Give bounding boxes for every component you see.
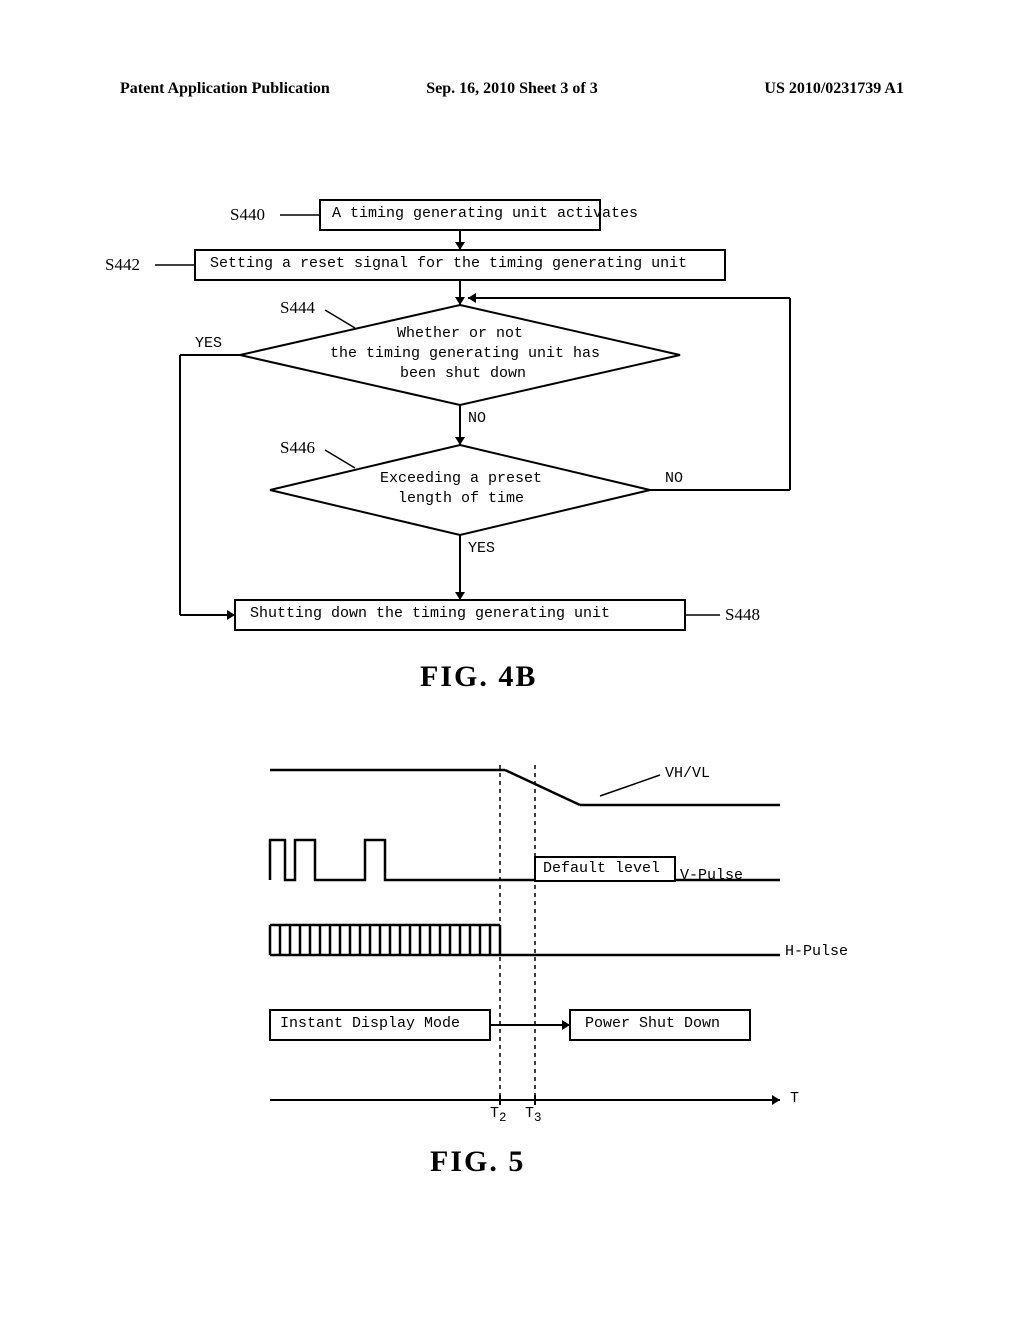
- s444-line1: Whether or not: [397, 325, 523, 342]
- t3-label: T3: [525, 1105, 542, 1125]
- s442-text: Setting a reset signal for the timing ge…: [210, 255, 687, 272]
- fig5-label: FIG. 5: [430, 1145, 525, 1179]
- s446-line1: Exceeding a preset: [380, 470, 542, 487]
- shutdown-text: Power Shut Down: [585, 1015, 720, 1032]
- page-header: Patent Application Publication Sep. 16, …: [0, 80, 1024, 98]
- fig4b-label: FIG. 4B: [420, 660, 537, 694]
- s446-ref: S446: [280, 438, 315, 458]
- s442-ref: S442: [105, 255, 140, 275]
- s448-text: Shutting down the timing generating unit: [250, 605, 610, 622]
- header-left: Patent Application Publication: [120, 80, 381, 98]
- s446-yes: YES: [468, 540, 495, 557]
- instant-mode-text: Instant Display Mode: [280, 1015, 460, 1032]
- vhvl-label: VH/VL: [665, 765, 710, 782]
- s440-ref: S440: [230, 205, 265, 225]
- s446-no: NO: [665, 470, 683, 487]
- header-center: Sep. 16, 2010 Sheet 3 of 3: [381, 80, 642, 98]
- default-level-text: Default level: [543, 860, 660, 877]
- hpulse-label: H-Pulse: [785, 943, 848, 960]
- s444-no: NO: [468, 410, 486, 427]
- t-axis-label: T: [790, 1090, 799, 1107]
- s440-text: A timing generating unit activates: [332, 205, 638, 222]
- s444-ref: S444: [280, 298, 315, 318]
- s444-line3: been shut down: [400, 365, 526, 382]
- fig4b-svg: [0, 170, 1024, 670]
- s448-ref: S448: [725, 605, 760, 625]
- s444-yes: YES: [195, 335, 222, 352]
- t2-label: T2: [490, 1105, 507, 1125]
- figures-canvas: A timing generating unit activates S440 …: [0, 170, 1024, 1270]
- s444-line2: the timing generating unit has: [330, 345, 600, 362]
- header-right: US 2010/0231739 A1: [643, 80, 904, 98]
- vpulse-label: V-Pulse: [680, 867, 743, 884]
- fig5-svg: [0, 730, 1024, 1270]
- s446-line2: length of time: [398, 490, 524, 507]
